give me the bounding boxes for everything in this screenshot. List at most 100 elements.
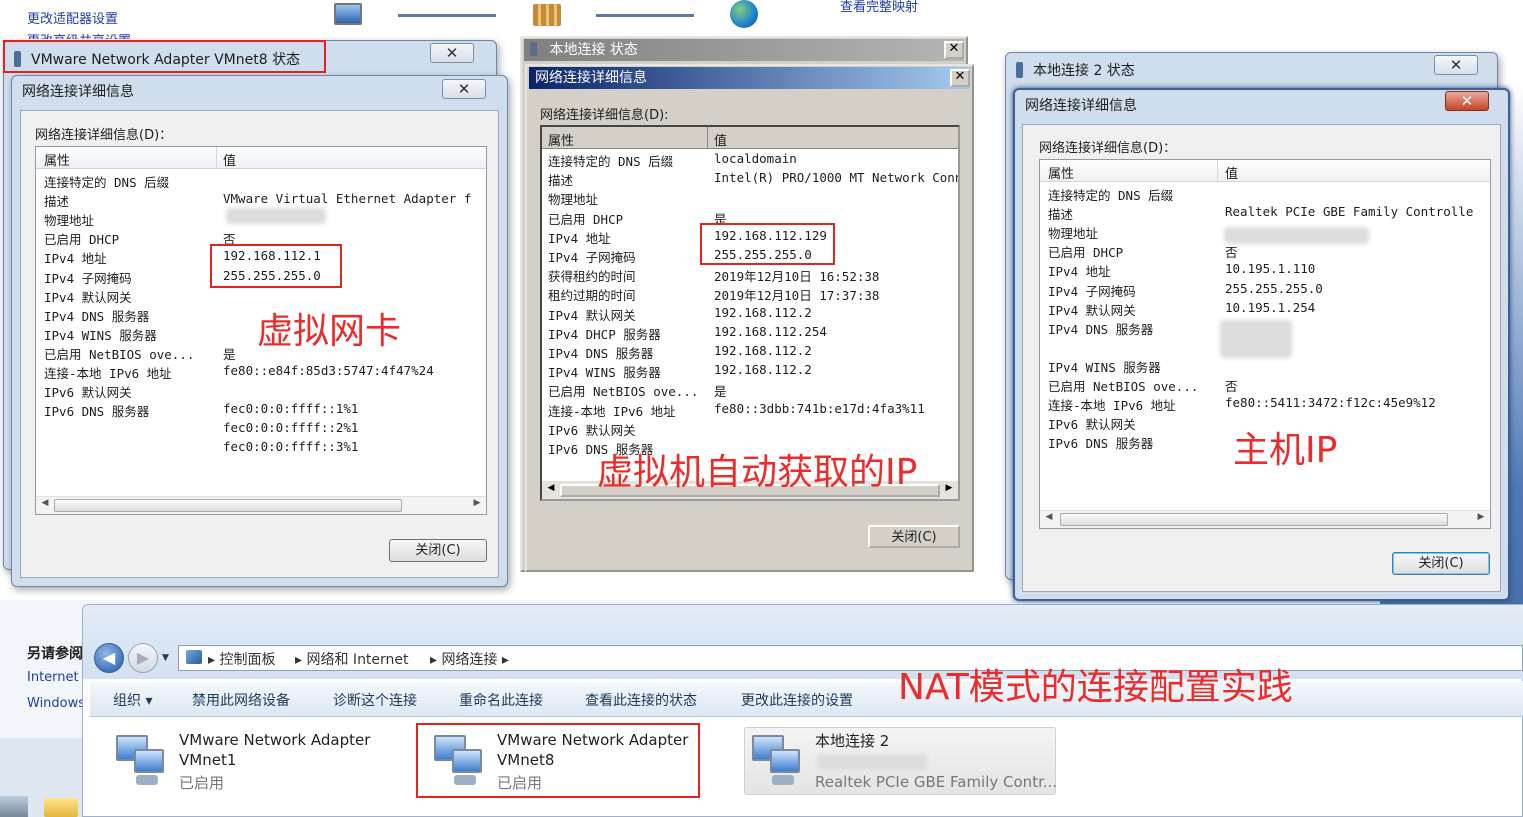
scroll-right-icon[interactable]: ▶: [942, 483, 956, 493]
row-property[interactable]: IPv4 WINS 服务器: [548, 362, 661, 381]
row-value[interactable]: fec0:0:0:ffff::2%1: [223, 420, 358, 435]
row-value[interactable]: 否: [1225, 376, 1238, 395]
scroll-left-icon[interactable]: ◀: [544, 483, 558, 493]
row-property[interactable]: 物理地址: [1048, 223, 1098, 242]
close-button[interactable]: 关闭(C): [389, 539, 487, 562]
change-adapter-settings-link[interactable]: 更改适配器设置: [27, 8, 118, 27]
row-property[interactable]: 租约过期的时间: [548, 285, 636, 304]
row-value[interactable]: fec0:0:0:ffff::3%1: [223, 439, 358, 454]
row-property[interactable]: IPv6 默认网关: [44, 382, 132, 401]
scroll-left-icon[interactable]: ◀: [38, 498, 52, 508]
row-property[interactable]: 连接特定的 DNS 后缀: [1048, 185, 1173, 204]
row-property[interactable]: IPv6 DNS 服务器: [1048, 433, 1153, 452]
details-list[interactable]: 属性 值 连接特定的 DNS 后缀 描述 Realtek PCIe GBE Fami…: [1039, 159, 1491, 529]
row-value[interactable]: 是: [714, 381, 727, 400]
change-sharing-settings-link[interactable]: 更改高级共享设置: [27, 30, 131, 39]
row-property[interactable]: IPv4 默认网关: [1048, 300, 1136, 319]
taskbar-icon[interactable]: [0, 796, 28, 817]
row-property[interactable]: 连接-本地 IPv6 地址: [548, 401, 676, 420]
row-property[interactable]: IPv4 地址: [548, 228, 611, 247]
breadcrumb-network-connections[interactable]: ▸ 网络连接 ▸: [430, 649, 509, 669]
row-property[interactable]: 已启用 NetBIOS ove...: [548, 381, 698, 400]
row-value[interactable]: 10.195.1.110: [1225, 261, 1315, 276]
back-button[interactable]: ◀: [94, 643, 124, 673]
row-value[interactable]: localdomain: [714, 151, 797, 166]
windows-firewall-link[interactable]: Windows: [27, 696, 83, 711]
row-property[interactable]: 连接-本地 IPv6 地址: [1048, 395, 1176, 414]
breadcrumb-control-panel[interactable]: ▸ 控制面板: [208, 649, 275, 669]
row-value[interactable]: 2019年12月10日 16:52:38: [714, 266, 879, 285]
close-icon[interactable]: ✕: [1434, 55, 1478, 75]
row-property[interactable]: IPv4 子网掩码: [548, 247, 636, 266]
row-property[interactable]: IPv4 默认网关: [44, 287, 132, 306]
change-settings-button[interactable]: 更改此连接的设置: [741, 690, 853, 710]
row-property[interactable]: 已启用 NetBIOS ove...: [44, 344, 194, 363]
breadcrumb-network-internet[interactable]: ▸ 网络和 Internet: [295, 649, 409, 669]
scroll-right-icon[interactable]: ▶: [1474, 512, 1488, 522]
row-property[interactable]: IPv6 默认网关: [1048, 414, 1136, 433]
row-property[interactable]: IPv6 DNS 服务器: [44, 401, 149, 420]
row-property[interactable]: IPv4 WINS 服务器: [44, 325, 157, 344]
row-value[interactable]: 192.168.112.2: [714, 362, 812, 377]
row-property[interactable]: IPv4 DNS 服务器: [548, 343, 653, 362]
connection-item-local2[interactable]: 本地连接 2 Realtek PCIe GBE Family Contr...: [744, 727, 1057, 795]
row-property[interactable]: IPv4 子网掩码: [1048, 281, 1136, 300]
col-value-header[interactable]: 值: [714, 130, 727, 149]
scroll-right-icon[interactable]: ▶: [470, 498, 484, 508]
scroll-thumb[interactable]: [1060, 513, 1448, 526]
row-value[interactable]: VMware Virtual Ethernet Adapter f: [223, 191, 471, 206]
row-property[interactable]: 物理地址: [548, 189, 598, 208]
row-value[interactable]: 192.168.112.2: [714, 343, 812, 358]
view-full-map-link[interactable]: 查看完整映射: [840, 0, 918, 15]
close-button[interactable]: 关闭(C): [868, 525, 960, 548]
scroll-thumb[interactable]: [54, 499, 402, 512]
row-value[interactable]: 否: [1225, 242, 1238, 261]
row-property[interactable]: 已启用 DHCP: [548, 209, 623, 228]
col-property-header[interactable]: 属性: [548, 130, 574, 149]
row-property[interactable]: 连接-本地 IPv6 地址: [44, 363, 172, 382]
history-dropdown-icon[interactable]: ▼: [162, 653, 169, 663]
close-icon[interactable]: ✕: [944, 41, 964, 59]
row-property[interactable]: 物理地址: [44, 210, 94, 229]
details-list[interactable]: 属性 值 连接特定的 DNS 后缀 localdomain 描述 Intel(R) P…: [540, 125, 960, 501]
row-value[interactable]: 192.168.112.254: [714, 324, 827, 339]
row-value[interactable]: 10.195.1.254: [1225, 300, 1315, 315]
row-value[interactable]: fec0:0:0:ffff::1%1: [223, 401, 358, 416]
row-value[interactable]: Realtek PCIe GBE Family Controlle: [1225, 204, 1473, 219]
col-value-header[interactable]: 值: [1225, 163, 1238, 182]
disable-device-button[interactable]: 禁用此网络设备: [192, 690, 290, 710]
row-value[interactable]: 是: [223, 344, 236, 363]
row-property[interactable]: 描述: [1048, 204, 1073, 223]
diagnose-connection-button[interactable]: 诊断这个连接: [333, 690, 417, 710]
forward-button[interactable]: ▶: [128, 643, 158, 673]
col-value-header[interactable]: 值: [223, 150, 236, 169]
row-property[interactable]: IPv4 地址: [44, 248, 107, 267]
organize-menu[interactable]: 组织 ▾: [113, 690, 152, 710]
row-value[interactable]: 255.255.255.0: [1225, 281, 1323, 296]
row-property[interactable]: 连接特定的 DNS 后缀: [44, 172, 169, 191]
horizontal-scrollbar[interactable]: ◀ ▶: [36, 496, 486, 514]
internet-options-link[interactable]: Internet: [27, 670, 83, 685]
close-icon[interactable]: ✕: [430, 43, 474, 63]
col-property-header[interactable]: 属性: [44, 150, 70, 169]
row-property[interactable]: 获得租约的时间: [548, 266, 636, 285]
row-value[interactable]: 2019年12月10日 17:37:38: [714, 285, 879, 304]
scroll-left-icon[interactable]: ◀: [1042, 512, 1056, 522]
close-icon[interactable]: ✕: [1445, 91, 1489, 111]
row-property[interactable]: IPv4 DNS 服务器: [44, 306, 149, 325]
col-property-header[interactable]: 属性: [1048, 163, 1074, 182]
horizontal-scrollbar[interactable]: ◀ ▶: [1040, 510, 1490, 528]
row-property[interactable]: IPv4 DHCP 服务器: [548, 324, 661, 343]
row-property[interactable]: 连接特定的 DNS 后缀: [548, 151, 673, 170]
row-value[interactable]: fe80::3dbb:741b:e17d:4fa3%11: [714, 401, 925, 416]
row-property[interactable]: 描述: [44, 191, 69, 210]
row-property[interactable]: 已启用 DHCP: [1048, 242, 1123, 261]
rename-connection-button[interactable]: 重命名此连接: [459, 690, 543, 710]
close-button[interactable]: 关闭(C): [1392, 552, 1490, 575]
folder-icon[interactable]: [44, 798, 78, 817]
row-property[interactable]: 描述: [548, 170, 573, 189]
row-property[interactable]: IPv4 默认网关: [548, 305, 636, 324]
row-property[interactable]: IPv4 子网掩码: [44, 268, 132, 287]
row-value[interactable]: Intel(R) PRO/1000 MT Network Conn: [714, 170, 958, 185]
row-value[interactable]: fe80::e84f:85d3:5747:4f47%24: [223, 363, 434, 378]
